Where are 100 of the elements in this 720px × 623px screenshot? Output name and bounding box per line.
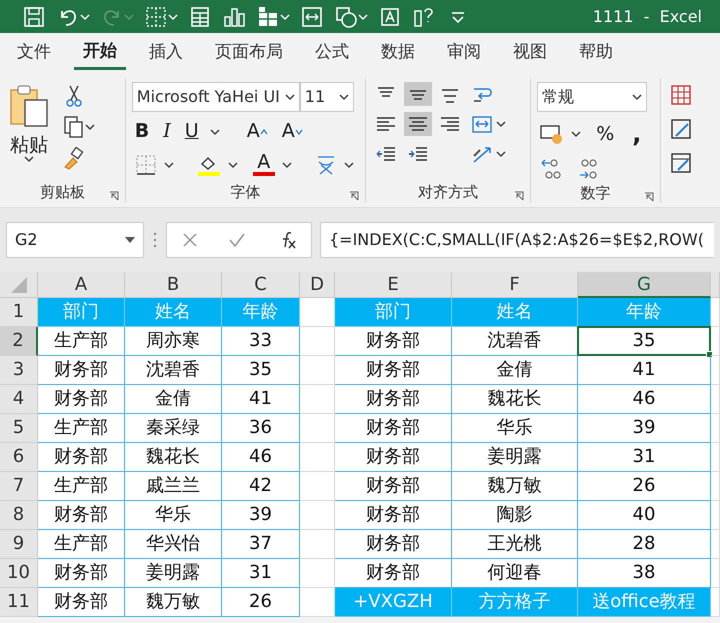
table-cell: 42 [222,472,300,501]
underline-button[interactable]: U [182,120,202,143]
ribbon-tab[interactable]: 文件 [8,36,60,70]
row-header[interactable]: 5 [0,414,38,443]
caret-icon[interactable] [632,93,642,101]
table-cell: 姜明露 [125,559,222,588]
row-header[interactable]: 8 [0,501,38,530]
group-label: 剪贴板 [40,183,85,201]
table-cell: 35 [222,356,300,385]
screen-icon[interactable] [300,4,324,28]
percent-button[interactable]: % [593,122,618,146]
row-header[interactable]: 11 [0,588,38,617]
row-header[interactable]: 6 [0,443,38,472]
caret-icon[interactable] [496,120,506,128]
ribbon-tab[interactable]: 开始 [74,35,126,70]
name-box[interactable]: G2 [6,222,144,258]
row-header[interactable]: 3 [0,356,38,385]
shrink-font-button[interactable]: A [278,120,306,143]
shapes-icon[interactable] [334,4,358,28]
empty-cell [711,559,720,588]
font-size-select[interactable]: 11 [300,82,354,112]
table-cell: 生产部 [38,414,125,443]
table-cell: 财务部 [335,327,452,356]
table-cell: 财务部 [335,501,452,530]
enter-icon[interactable] [228,232,246,248]
number-format-select[interactable]: 常规 [537,82,648,112]
caret-icon[interactable] [496,150,506,158]
cancel-icon[interactable] [182,232,198,248]
comma-button[interactable]: , [629,120,644,148]
caret-icon[interactable] [228,160,238,168]
table-icon[interactable] [256,4,280,28]
row-header[interactable]: 1 [0,298,38,327]
table-cell: 26 [222,588,300,617]
formula-field[interactable]: {=INDEX(C:C,SMALL(IF(A$2:A$26=$E$2,ROW( [320,222,714,258]
bold-button[interactable]: B [132,120,152,143]
empty-cell [711,443,720,472]
launcher-icon[interactable] [349,191,360,201]
caret-icon[interactable] [344,160,354,168]
font-name-select[interactable]: Microsoft YaHei UI [132,82,300,112]
ribbon-tab[interactable]: 审阅 [438,36,490,70]
save-icon[interactable] [22,4,46,28]
header-cell: 姓名 [125,298,222,327]
header-cell: 年龄 [222,298,300,327]
table-cell: 46 [222,443,300,472]
empty-cell [300,327,335,356]
delete-cells-icon [670,118,692,140]
caret-icon[interactable] [85,123,95,131]
caret-icon[interactable] [338,93,349,101]
table-cell: 财务部 [38,559,125,588]
copy-icon [63,115,85,139]
caret-icon[interactable] [164,160,174,168]
align-middle-button[interactable] [404,82,432,106]
empty-cell [300,385,335,414]
ribbon-tab[interactable]: 视图 [504,36,556,70]
row-header[interactable]: 10 [0,559,38,588]
paste-button[interactable]: 粘贴 [6,82,52,165]
ribbon-tab[interactable]: 数据 [372,36,424,70]
launcher-icon[interactable] [108,191,119,201]
italic-button[interactable]: I [160,120,174,143]
font-color-button[interactable]: A [250,151,278,178]
currency-icon [540,123,564,145]
table-cell: 生产部 [38,472,125,501]
column-header[interactable]: D [300,272,335,298]
dropdown-icon[interactable] [125,237,135,243]
merge-icon [471,114,494,134]
launcher-icon[interactable] [514,191,524,201]
caret-icon[interactable] [571,130,582,138]
table-cell: 财务部 [335,414,452,443]
row-header[interactable]: 4 [0,385,38,414]
table-cell: 魏万敏 [125,588,222,617]
grow-font-button[interactable]: A [244,120,271,143]
launcher-icon[interactable] [644,192,654,202]
caret-icon[interactable] [24,155,34,163]
empty-cell [711,298,720,327]
row-header[interactable]: 9 [0,530,38,559]
borders-icon[interactable] [144,4,168,28]
row-header[interactable]: 7 [0,472,38,501]
empty-cell [300,472,335,501]
table-cell: 华兴怡 [125,530,222,559]
align-center-button[interactable] [404,112,432,136]
row-header[interactable]: 2 [0,327,38,356]
caret-icon[interactable] [284,93,295,101]
table-cell: 周亦寒 [125,327,222,356]
paste-icon [9,84,49,128]
caret-icon[interactable] [282,160,292,168]
header-cell: 部门 [335,298,452,327]
caret-icon[interactable] [210,128,220,136]
table-cell: 戚兰兰 [125,472,222,501]
column-header[interactable]: G [578,272,711,298]
empty-cell [711,501,720,530]
ribbon-tab[interactable]: 页面布局 [206,36,292,70]
drag-handle-icon[interactable] [152,232,158,248]
fill-handle[interactable] [706,351,713,358]
ribbon-tab[interactable]: 插入 [140,36,192,70]
table-cell: 生产部 [38,530,125,559]
increase-decimal-icon [540,158,562,180]
ribbon-tab[interactable]: 帮助 [570,36,622,70]
form-icon[interactable] [188,4,212,28]
ribbon-tab[interactable]: 公式 [306,36,358,70]
table-cell: 41 [222,385,300,414]
